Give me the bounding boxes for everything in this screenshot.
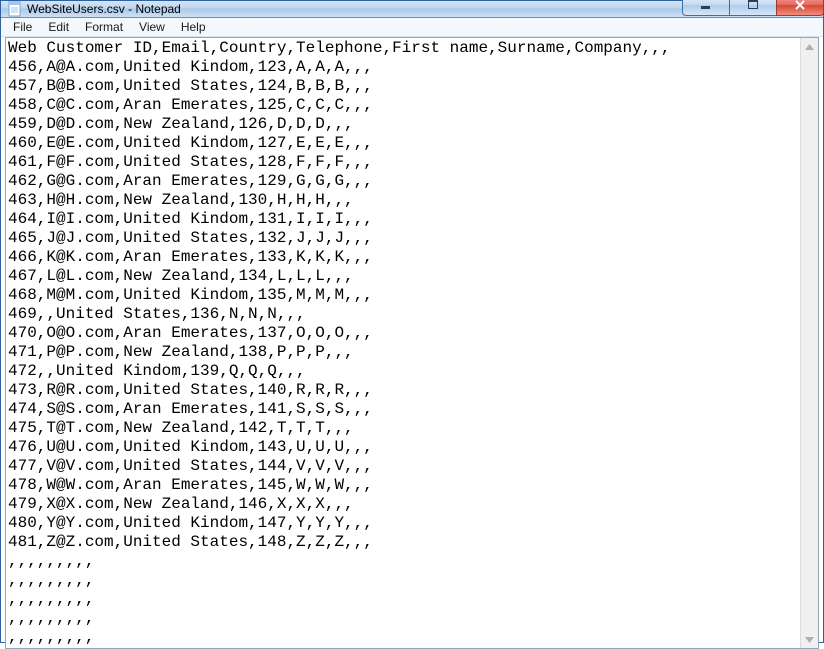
notepad-icon	[7, 1, 23, 17]
title-bar[interactable]: WebSiteUsers.csv - Notepad	[1, 1, 823, 18]
maximize-button[interactable]	[729, 0, 777, 16]
maximize-icon	[747, 0, 759, 11]
scroll-down-button[interactable]	[801, 631, 818, 648]
menu-edit[interactable]: Edit	[40, 18, 77, 36]
minimize-icon	[700, 0, 712, 11]
text-editor[interactable]: Web Customer ID,Email,Country,Telephone,…	[6, 38, 800, 648]
scroll-track[interactable]	[801, 55, 818, 631]
menu-format[interactable]: Format	[77, 18, 131, 36]
chevron-up-icon	[805, 44, 814, 50]
minimize-button[interactable]	[682, 0, 730, 16]
menu-help[interactable]: Help	[173, 18, 214, 36]
scroll-up-button[interactable]	[801, 38, 818, 55]
menu-file[interactable]: File	[5, 18, 40, 36]
menu-view[interactable]: View	[131, 18, 173, 36]
window-title: WebSiteUsers.csv - Notepad	[27, 2, 181, 16]
menu-bar: File Edit Format View Help	[1, 18, 823, 37]
chevron-down-icon	[805, 637, 814, 643]
client-area: Web Customer ID,Email,Country,Telephone,…	[5, 37, 819, 649]
notepad-window: WebSiteUsers.csv - Notepad File Edit For…	[0, 0, 824, 643]
vertical-scrollbar[interactable]	[800, 38, 818, 648]
close-button[interactable]	[776, 0, 824, 16]
window-controls	[683, 0, 824, 15]
close-icon	[794, 0, 806, 11]
